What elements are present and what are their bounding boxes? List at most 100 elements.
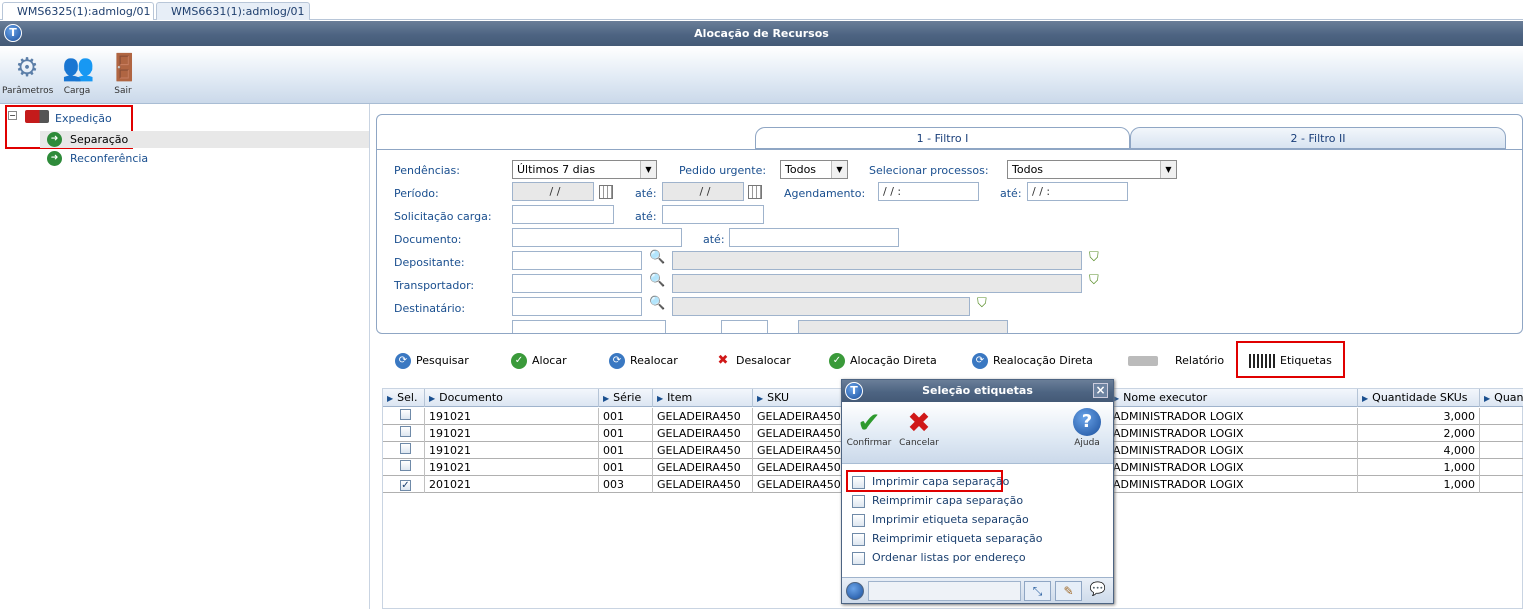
- calendar-icon[interactable]: [748, 185, 762, 199]
- dialog-toolbar: ✔ Confirmar ✖ Cancelar ? Ajuda: [842, 402, 1113, 464]
- periodo-from-input[interactable]: / /: [512, 182, 594, 201]
- refresh-icon: ⟳: [609, 353, 625, 369]
- tree-item-separacao[interactable]: Separação: [70, 131, 128, 148]
- solicitacao-from-input[interactable]: [512, 205, 614, 224]
- deallocate-action-label: Desalocar: [736, 354, 791, 367]
- reallocate-action[interactable]: ⟳ Realocar: [609, 352, 678, 370]
- cell-qtd: 1,000: [1358, 459, 1480, 476]
- pendencias-value: Últimos 7 dias: [517, 163, 596, 176]
- col-serie[interactable]: ▶ Série: [599, 389, 653, 407]
- option-reimprimir-capa[interactable]: Reimprimir capa separação: [852, 492, 1023, 509]
- search-icon[interactable]: 🔍: [649, 273, 665, 288]
- option-imprimir-capa[interactable]: Imprimir capa separação: [852, 473, 1009, 490]
- session-tab-2[interactable]: WMS6631(1):admlog/01: [156, 2, 310, 20]
- pedido-value: Todos: [785, 163, 817, 176]
- session-tab-1[interactable]: WMS6325(1):admlog/01: [2, 2, 154, 20]
- checkbox[interactable]: [852, 532, 865, 546]
- search-action[interactable]: ⟳ Pesquisar: [395, 352, 469, 370]
- cell-item: GELADEIRA450: [653, 425, 753, 442]
- checkbox[interactable]: [852, 513, 865, 527]
- destinatario-label: Destinatário:: [394, 302, 466, 315]
- tab-filtro-2[interactable]: 2 - Filtro II: [1130, 127, 1506, 149]
- cell-empty: [1480, 408, 1523, 425]
- dialog-close-button[interactable]: ×: [1093, 383, 1108, 398]
- col-sel[interactable]: ▶ Sel.: [383, 389, 425, 407]
- tab-filtro-1[interactable]: 1 - Filtro I: [755, 127, 1130, 149]
- checkbox[interactable]: [400, 460, 411, 471]
- col-qtd-skus[interactable]: ▶ Quantidade SKUs: [1358, 389, 1480, 407]
- dialog-title-bar: T Seleção etiquetas ×: [842, 380, 1113, 402]
- filter-funnel-icon[interactable]: ⛉: [1089, 273, 1099, 288]
- search-icon[interactable]: 🔍: [649, 250, 665, 265]
- direct-reallocation-action[interactable]: ⟳ Realocação Direta: [972, 352, 1093, 370]
- carga-button[interactable]: 👥 Carga: [52, 48, 102, 102]
- option-reimprimir-etiqueta[interactable]: Reimprimir etiqueta separação: [852, 530, 1042, 547]
- solicitacao-label: Solicitação carga:: [394, 210, 492, 223]
- documento-to-input[interactable]: [729, 228, 899, 247]
- hidden-row-input-2[interactable]: [721, 320, 768, 333]
- cell-serie: 003: [599, 476, 653, 493]
- option-imprimir-etiqueta[interactable]: Imprimir etiqueta separação: [852, 511, 1029, 528]
- cell-empty: [1480, 459, 1523, 476]
- pendencias-select[interactable]: Últimos 7 dias ▼: [512, 160, 657, 179]
- cell-doc: 191021: [425, 425, 599, 442]
- confirm-button[interactable]: ✔ Confirmar: [846, 408, 892, 449]
- labels-action[interactable]: Etiquetas: [1249, 352, 1332, 370]
- hidden-row-input-1[interactable]: [512, 320, 666, 333]
- agendamento-from-input[interactable]: / / :: [878, 182, 979, 201]
- depositante-input[interactable]: [512, 251, 642, 270]
- tree-item-reconferencia[interactable]: Reconferência: [70, 150, 148, 167]
- checkbox[interactable]: [400, 443, 411, 454]
- session-tabs: WMS6325(1):admlog/01 WMS6631(1):admlog/0…: [0, 0, 1523, 20]
- pedido-select[interactable]: Todos ▼: [780, 160, 848, 179]
- documento-from-input[interactable]: [512, 228, 682, 247]
- checkbox-checked[interactable]: ✓: [400, 480, 411, 491]
- calendar-icon[interactable]: [599, 185, 613, 199]
- checkbox[interactable]: [852, 475, 865, 489]
- allocate-action[interactable]: ✓ Alocar: [511, 352, 567, 370]
- cell-empty: [1480, 476, 1523, 493]
- parameters-button[interactable]: ⚙ Parâmetros: [2, 48, 53, 102]
- solicitacao-to-input[interactable]: [662, 205, 764, 224]
- checkbox[interactable]: [400, 426, 411, 437]
- window-title-bar: T Alocação de Recursos: [0, 21, 1523, 46]
- filter-funnel-icon[interactable]: ⛉: [977, 296, 987, 311]
- checkbox[interactable]: [852, 551, 865, 565]
- periodo-to-input[interactable]: / /: [662, 182, 744, 201]
- direct-allocation-label: Alocação Direta: [850, 354, 937, 367]
- carga-label: Carga: [63, 86, 91, 96]
- edit-document-icon[interactable]: ✎: [1055, 581, 1082, 601]
- direct-allocation-action[interactable]: ✓ Alocação Direta: [829, 352, 937, 370]
- cell-empty: [1480, 425, 1523, 442]
- pendencias-label: Pendências:: [394, 164, 460, 177]
- cell-exec: ADMINISTRADOR LOGIX: [1109, 442, 1358, 459]
- cancel-button[interactable]: ✖ Cancelar: [896, 408, 942, 449]
- select-cell: ✓: [383, 476, 425, 493]
- tree-collapse-icon[interactable]: −: [8, 111, 17, 120]
- confirm-label: Confirmar: [846, 438, 892, 448]
- tree-item-expedicao[interactable]: Expedição: [55, 110, 112, 127]
- filter-funnel-icon[interactable]: ⛉: [1089, 250, 1099, 265]
- agendamento-ate-label: até:: [1000, 187, 1022, 200]
- help-button[interactable]: ? Ajuda: [1064, 408, 1110, 448]
- col-item[interactable]: ▶ Item: [653, 389, 753, 407]
- report-action[interactable]: Relatório: [1128, 352, 1224, 370]
- processos-select[interactable]: Todos ▼: [1007, 160, 1177, 179]
- resize-arrow-icon[interactable]: ⤡: [1024, 581, 1051, 601]
- col-quant[interactable]: ▶Quant: [1480, 389, 1523, 407]
- checkbox[interactable]: [852, 494, 865, 508]
- checkbox[interactable]: [400, 409, 411, 420]
- cell-item: GELADEIRA450: [653, 408, 753, 425]
- cell-serie: 001: [599, 442, 653, 459]
- exit-button[interactable]: 🚪 Sair: [98, 48, 148, 102]
- col-executor[interactable]: ▶ Nome executor: [1109, 389, 1358, 407]
- search-action-label: Pesquisar: [416, 354, 469, 367]
- option-ordenar-listas[interactable]: Ordenar listas por endereço: [852, 549, 1026, 566]
- transportador-input[interactable]: [512, 274, 642, 293]
- chat-bubble-icon[interactable]: 💬: [1086, 581, 1110, 601]
- destinatario-input[interactable]: [512, 297, 642, 316]
- agendamento-to-input[interactable]: / / :: [1027, 182, 1128, 201]
- col-documento[interactable]: ▶ Documento: [425, 389, 599, 407]
- deallocate-action[interactable]: ✖ Desalocar: [715, 352, 791, 370]
- search-icon[interactable]: 🔍: [649, 296, 665, 311]
